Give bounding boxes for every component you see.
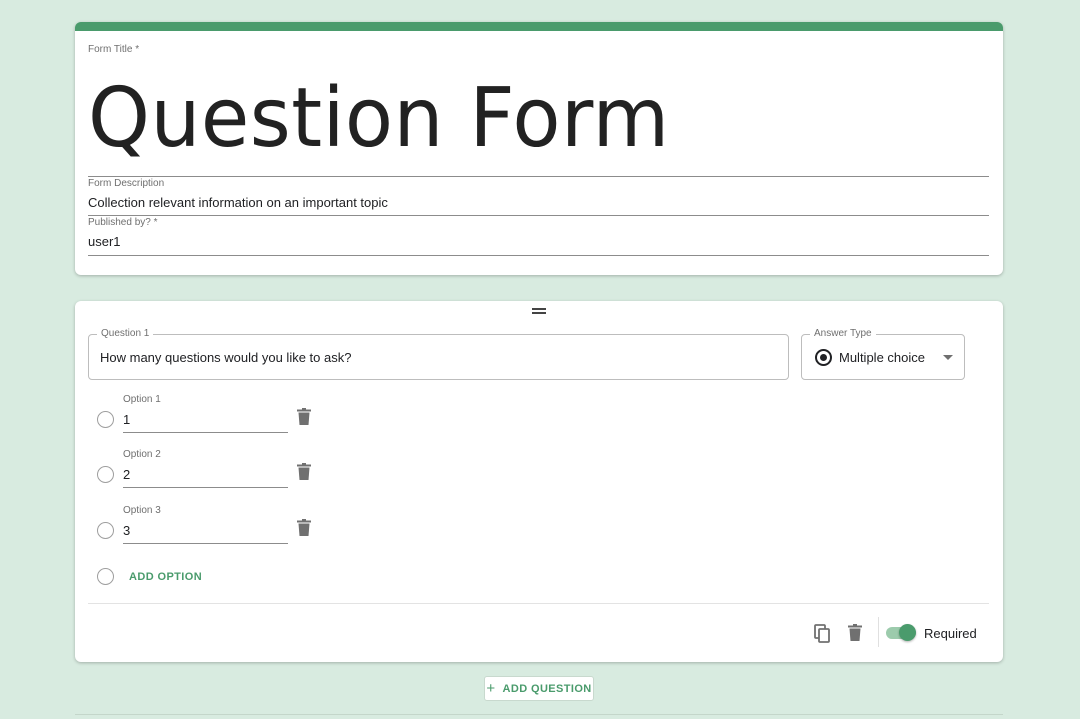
form-description-input[interactable]: Collection relevant information on an im… <box>88 195 388 210</box>
published-by-input[interactable]: user1 <box>88 234 121 249</box>
add-question-button[interactable]: + ADD QUESTION <box>484 676 594 701</box>
form-header-card: Form Title * Question Form Form Descript… <box>75 22 1003 275</box>
option-radio-icon <box>97 411 114 428</box>
option-underline <box>123 487 288 488</box>
copy-icon[interactable] <box>814 624 831 648</box>
form-description-label: Form Description <box>88 178 165 189</box>
footer-separator <box>878 617 879 647</box>
question-label: Question 1 <box>97 328 154 339</box>
footer-divider <box>88 603 989 604</box>
question-text-input[interactable]: How many questions would you like to ask… <box>100 350 351 365</box>
answer-type-value: Multiple choice <box>839 350 925 365</box>
radio-icon <box>815 349 832 366</box>
trash-icon[interactable] <box>297 463 311 481</box>
drag-handle-icon[interactable] <box>532 308 546 314</box>
option-input[interactable]: 1 <box>123 412 130 427</box>
option-underline <box>123 543 288 544</box>
option-input[interactable]: 3 <box>123 523 130 538</box>
option-label: Option 2 <box>123 449 161 460</box>
trash-icon[interactable] <box>297 519 311 537</box>
question-text-field[interactable]: Question 1 How many questions would you … <box>88 328 789 380</box>
add-option-radio-icon <box>97 568 114 585</box>
trash-icon[interactable] <box>297 408 311 426</box>
answer-type-label: Answer Type <box>810 328 876 339</box>
option-radio-icon <box>97 466 114 483</box>
chevron-down-icon <box>943 355 953 360</box>
add-question-label: ADD QUESTION <box>502 682 592 695</box>
add-option-button[interactable]: ADD OPTION <box>129 571 202 583</box>
form-title-label: Form Title * <box>88 44 140 55</box>
option-underline <box>123 432 288 433</box>
required-label: Required <box>924 626 977 641</box>
plus-icon: + <box>486 680 496 697</box>
form-description-underline <box>88 215 989 216</box>
answer-type-select[interactable]: Answer Type Multiple choice <box>801 328 965 380</box>
delete-question-icon[interactable] <box>848 624 862 642</box>
option-radio-icon <box>97 522 114 539</box>
question-card: Question 1 How many questions would you … <box>75 301 1003 662</box>
published-by-label: Published by? * <box>88 217 158 228</box>
next-card-edge <box>75 714 1003 715</box>
option-input[interactable]: 2 <box>123 467 130 482</box>
option-label: Option 3 <box>123 505 161 516</box>
option-label: Option 1 <box>123 394 161 405</box>
published-by-underline <box>88 255 989 256</box>
form-title-input[interactable]: Question Form <box>88 71 670 166</box>
form-title-underline <box>88 176 989 177</box>
